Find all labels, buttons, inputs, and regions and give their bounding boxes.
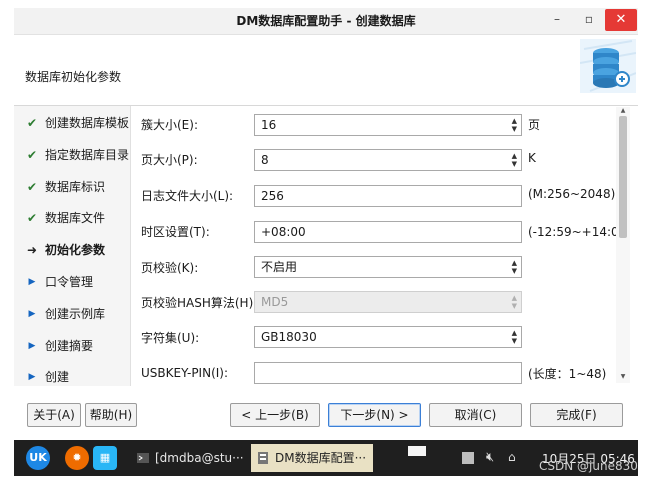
prev-button[interactable]: < 上一步(B) — [230, 403, 320, 427]
nav-step-directory[interactable]: ✔ 指定数据库目录 — [14, 144, 130, 166]
taskbar: UK ✹ ▦ [dmdba@stu··· DM数据库配置··· 🔇︎ ⌂ 10月… — [14, 440, 638, 476]
check-icon: ✔ — [26, 116, 38, 130]
page-size-unit: K — [528, 151, 536, 165]
scroll-down-icon[interactable]: ▼ — [616, 373, 630, 381]
tray-box-icon[interactable] — [462, 452, 474, 464]
database-logo-icon — [580, 39, 636, 93]
timezone-input[interactable]: +08:00 — [254, 221, 522, 243]
spinner-arrows-icon[interactable]: ▲ ▼ — [512, 117, 517, 133]
scroll-thumb[interactable] — [619, 116, 627, 238]
arrow-right-icon: ➜ — [26, 243, 38, 257]
check-icon: ✔ — [26, 211, 38, 225]
check-icon: ✔ — [26, 148, 38, 162]
wizard-header: 数据库初始化参数 — [14, 35, 638, 106]
check-icon: ✔ — [26, 180, 38, 194]
close-button[interactable]: ✕ — [605, 9, 637, 31]
page-size-value: 8 — [261, 153, 269, 167]
timezone-label: 时区设置(T): — [141, 225, 210, 239]
charset-label: 字符集(U): — [141, 331, 200, 345]
launcher-icon[interactable]: UK — [26, 446, 50, 470]
cluster-size-value: 16 — [261, 118, 277, 132]
cluster-size-unit: 页 — [528, 118, 541, 132]
usbkey-pin-input[interactable] — [254, 362, 522, 384]
title-bar[interactable]: DM数据库配置助手 - 创建数据库 – ▫ ✕ — [14, 8, 638, 35]
nav-step-password[interactable]: ▶ 口令管理 — [14, 271, 130, 293]
nav-step-label: 口令管理 — [45, 275, 94, 289]
log-size-input[interactable]: 256 — [254, 185, 522, 207]
page-check-select[interactable]: 不启用 ▲ ▼ — [254, 256, 522, 278]
dropdown-arrows-icon[interactable]: ▲ ▼ — [512, 259, 517, 275]
nav-step-identifier[interactable]: ✔ 数据库标识 — [14, 176, 130, 198]
next-button[interactable]: 下一步(N) > — [328, 403, 421, 427]
charset-value: GB18030 — [261, 330, 317, 344]
page-check-label: 页校验(K): — [141, 261, 199, 275]
volume-muted-icon[interactable]: 🔇︎ — [486, 450, 494, 465]
dm-app-icon — [258, 452, 268, 464]
hash-algo-value: MD5 — [261, 295, 289, 309]
taskbar-terminal-label: [dmdba@stu··· — [155, 451, 244, 465]
log-size-range: (M:256~2048) — [528, 187, 616, 201]
hash-algo-label: 页校验HASH算法(H): — [141, 296, 258, 310]
watermark-text: CSDN @june830 — [539, 459, 638, 473]
triangle-right-icon: ▶ — [28, 372, 36, 382]
nav-step-sample-db[interactable]: ▶ 创建示例库 — [14, 303, 130, 325]
taskbar-dm-app[interactable]: DM数据库配置··· — [251, 444, 373, 472]
nav-step-summary[interactable]: ▶ 创建摘要 — [14, 335, 130, 357]
nav-step-label: 创建数据库模板 — [45, 116, 130, 130]
taskbar-terminal-app[interactable]: [dmdba@stu··· — [131, 444, 245, 472]
hash-algo-select: MD5 ▲ ▼ — [254, 291, 522, 313]
spinner-arrows-icon[interactable]: ▲ ▼ — [512, 152, 517, 168]
step-navigation: ✔ 创建数据库模板 ✔ 指定数据库目录 ✔ 数据库标识 ✔ 数据库文件 ➜ 初始… — [14, 106, 131, 386]
nav-step-template[interactable]: ✔ 创建数据库模板 — [14, 112, 130, 134]
file-manager-icon[interactable]: ▦ — [93, 446, 117, 470]
keyboard-icon[interactable] — [408, 446, 426, 456]
page-size-label: 页大小(P): — [141, 153, 198, 167]
maximize-button[interactable]: ▫ — [573, 8, 605, 30]
charset-select[interactable]: GB18030 ▲ ▼ — [254, 326, 522, 348]
log-size-label: 日志文件大小(L): — [141, 189, 234, 203]
terminal-icon — [137, 453, 149, 463]
vertical-scrollbar[interactable]: ▲ ▼ — [616, 107, 630, 383]
nav-step-label: 数据库文件 — [45, 211, 106, 225]
cancel-button[interactable]: 取消(C) — [429, 403, 522, 427]
triangle-right-icon: ▶ — [28, 341, 36, 351]
triangle-right-icon: ▶ — [28, 309, 36, 319]
nav-step-label: 指定数据库目录 — [45, 148, 130, 162]
button-divider — [14, 392, 638, 393]
taskbar-dm-label: DM数据库配置··· — [275, 451, 367, 465]
triangle-right-icon: ▶ — [28, 277, 36, 287]
usbkey-pin-label: USBKEY-PIN(I): — [141, 366, 229, 380]
about-button[interactable]: 关于(A) — [27, 403, 81, 427]
usbkey-pin-length: (长度：1~48) — [528, 367, 607, 381]
nav-step-init-params[interactable]: ➜ 初始化参数 — [14, 239, 130, 261]
page-title: 数据库初始化参数 — [25, 70, 122, 84]
network-icon[interactable]: ⌂ — [508, 450, 516, 464]
nav-step-label: 创建 — [45, 370, 70, 384]
nav-step-label: 数据库标识 — [45, 180, 106, 194]
nav-step-create[interactable]: ▶ 创建 — [14, 366, 130, 386]
page-check-value: 不启用 — [261, 260, 298, 274]
dropdown-arrows-icon: ▲ ▼ — [511, 294, 517, 310]
nav-step-label: 创建摘要 — [45, 339, 94, 353]
nav-step-label: 初始化参数 — [45, 243, 106, 257]
nav-step-files[interactable]: ✔ 数据库文件 — [14, 207, 130, 229]
nav-step-label: 创建示例库 — [45, 307, 106, 321]
minimize-button[interactable]: – — [541, 8, 573, 30]
cluster-size-spinner[interactable]: 16 ▲ ▼ — [254, 114, 522, 136]
firefox-icon[interactable]: ✹ — [65, 446, 89, 470]
cluster-size-label: 簇大小(E): — [141, 118, 198, 132]
page-size-spinner[interactable]: 8 ▲ ▼ — [254, 149, 522, 171]
dropdown-arrows-icon[interactable]: ▲ ▼ — [512, 329, 517, 345]
scroll-up-icon[interactable]: ▲ — [616, 107, 630, 115]
help-button[interactable]: 帮助(H) — [85, 403, 137, 427]
finish-button[interactable]: 完成(F) — [530, 403, 623, 427]
